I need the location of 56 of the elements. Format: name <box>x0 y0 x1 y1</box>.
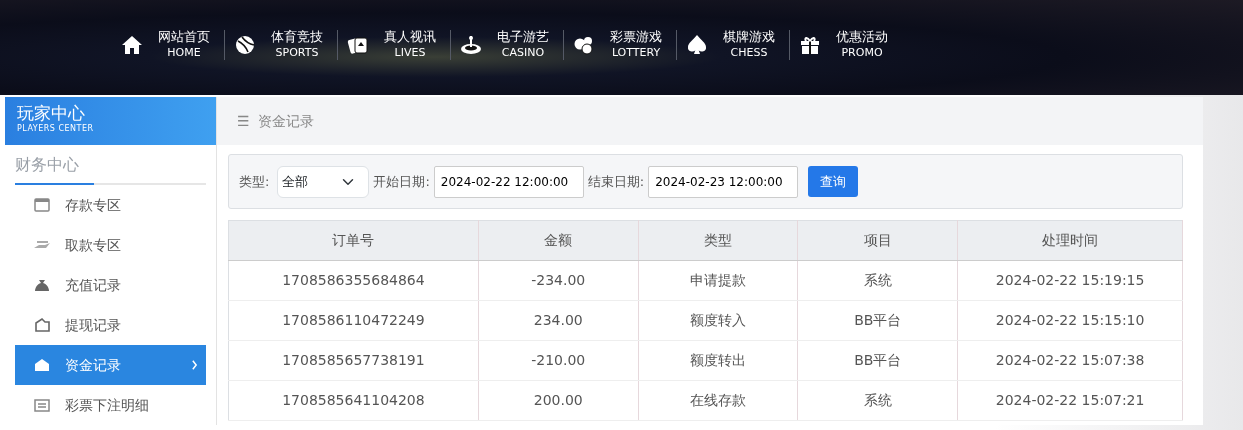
table-cell: 系统 <box>797 380 958 421</box>
table-cell: 1708586355684864 <box>228 260 479 301</box>
start-date-field[interactable]: 2024-02-22 12:00:00 <box>433 165 584 198</box>
nav-link[interactable]: 网站首页 HOME <box>112 30 225 60</box>
column-header: 金额 <box>478 220 639 261</box>
spade-icon <box>685 33 709 57</box>
nav-link[interactable]: 彩票游戏 LOTTERY <box>564 30 677 60</box>
sidebar-item[interactable]: 充值记录 <box>15 265 206 305</box>
table-cell: 2024-02-22 15:15:10 <box>957 300 1183 341</box>
end-date-label: 结束日期: <box>587 172 645 191</box>
card-icon <box>33 196 51 214</box>
column-header: 订单号 <box>228 220 479 261</box>
nav-link[interactable]: 体育竞技 SPORTS <box>225 30 338 60</box>
roulette-icon <box>459 33 483 57</box>
column-header: 类型 <box>638 220 798 261</box>
type-dropdown[interactable]: 全部 <box>277 165 370 198</box>
ball-icon <box>233 33 257 57</box>
column-header: 项目 <box>797 220 958 261</box>
table-cell: 2024-02-22 15:07:21 <box>957 380 1183 421</box>
table-cell: 200.00 <box>478 380 639 421</box>
nav-link[interactable]: 电子游艺 CASINO <box>451 30 564 60</box>
table-cell: 1708585657738191 <box>228 340 479 381</box>
chevron-icon <box>191 360 198 370</box>
table-cell: 额度转入 <box>638 300 798 341</box>
table-cell: 1708585641104208 <box>228 380 479 421</box>
breadcrumb-label: 资金记录 <box>257 111 314 131</box>
table-cell: 额度转出 <box>638 340 798 381</box>
table-cell: 1708586110472249 <box>228 300 479 341</box>
nav-link[interactable]: 棋牌游戏 CHESS <box>677 30 790 60</box>
sidebar-item[interactable]: 提现记录 <box>15 305 206 345</box>
sidebar-item[interactable]: 彩票下注明细 <box>15 385 206 425</box>
list-icon <box>33 396 51 414</box>
home-icon <box>120 33 144 57</box>
sidebar-item[interactable]: 取款专区 <box>15 225 206 265</box>
table-cell: BB平台 <box>797 340 958 381</box>
start-date-label: 开始日期: <box>373 172 430 191</box>
type-label: 类型: <box>239 172 270 191</box>
search-button[interactable]: 查询 <box>808 165 859 198</box>
table-cell: BB平台 <box>797 300 958 341</box>
table-cell: 系统 <box>797 260 958 301</box>
table-cell: 在线存款 <box>638 380 798 421</box>
table-cell: 申请提款 <box>638 260 798 301</box>
sidebar-item[interactable]: 存款专区 <box>15 185 206 225</box>
nav-link[interactable]: 优惠活动 PROMO <box>790 30 902 60</box>
table-cell: 2024-02-22 15:07:38 <box>957 340 1183 381</box>
nav-link[interactable]: 真人视讯 LIVES <box>338 30 451 60</box>
table-cell: -234.00 <box>478 260 639 301</box>
end-date-field[interactable]: 2024-02-23 12:00:00 <box>648 165 799 198</box>
sidebar-header: 玩家中心 PLAYERS CENTER <box>5 97 216 145</box>
table-cell: 234.00 <box>478 300 639 341</box>
table-cell: -210.00 <box>478 340 639 381</box>
column-header: 处理时间 <box>957 220 1183 261</box>
menu-icon: ☰ <box>237 110 250 132</box>
section-title: 财务中心 <box>15 153 94 185</box>
table-cell: 2024-02-22 15:19:15 <box>957 260 1183 301</box>
sidebar-item[interactable]: 资金记录 <box>15 345 206 385</box>
